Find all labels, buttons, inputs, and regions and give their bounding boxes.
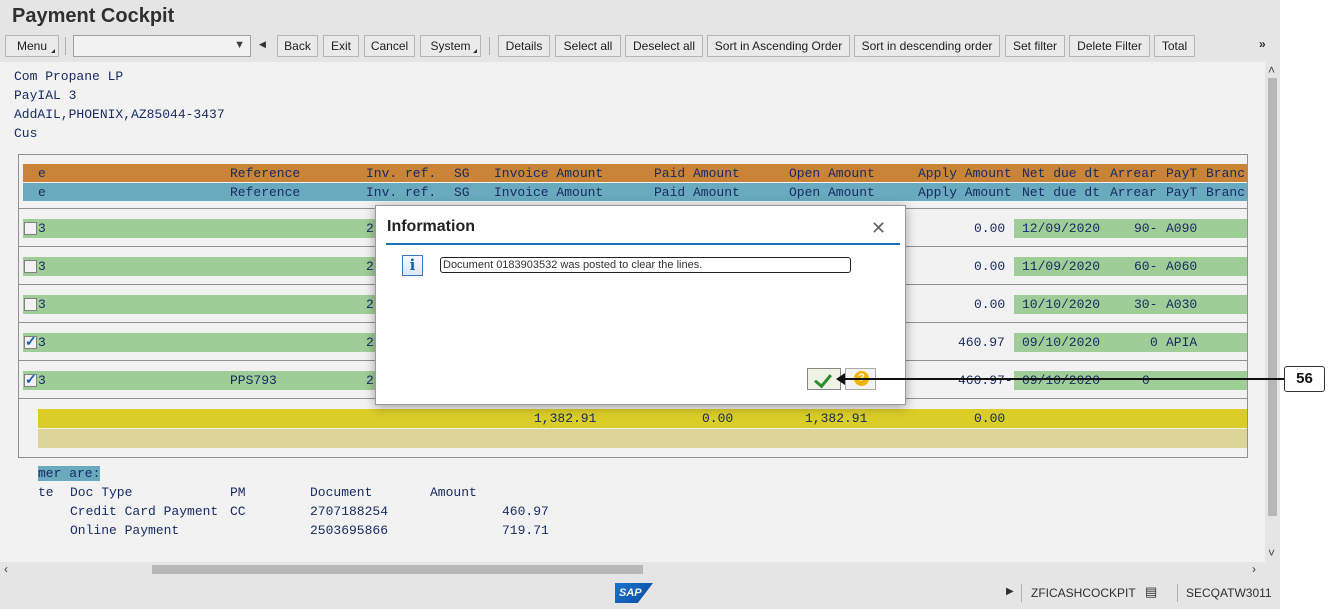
dialog-message: Document 0183903532 was posted to clear … (440, 257, 851, 273)
callout-line (842, 378, 1284, 380)
close-icon[interactable]: ✕ (871, 218, 886, 239)
dialog-title: Information (387, 218, 475, 235)
callout-arrowhead (836, 373, 845, 385)
information-dialog: Information ✕ i Document 0183903532 was … (375, 205, 906, 405)
dialog-title-underline (386, 243, 900, 245)
step-callout: 56 (1284, 366, 1325, 392)
info-icon: i (402, 255, 423, 276)
sap-window: Payment Cockpit Menu ▼ ◀ Back Exit Cance… (0, 0, 1280, 609)
